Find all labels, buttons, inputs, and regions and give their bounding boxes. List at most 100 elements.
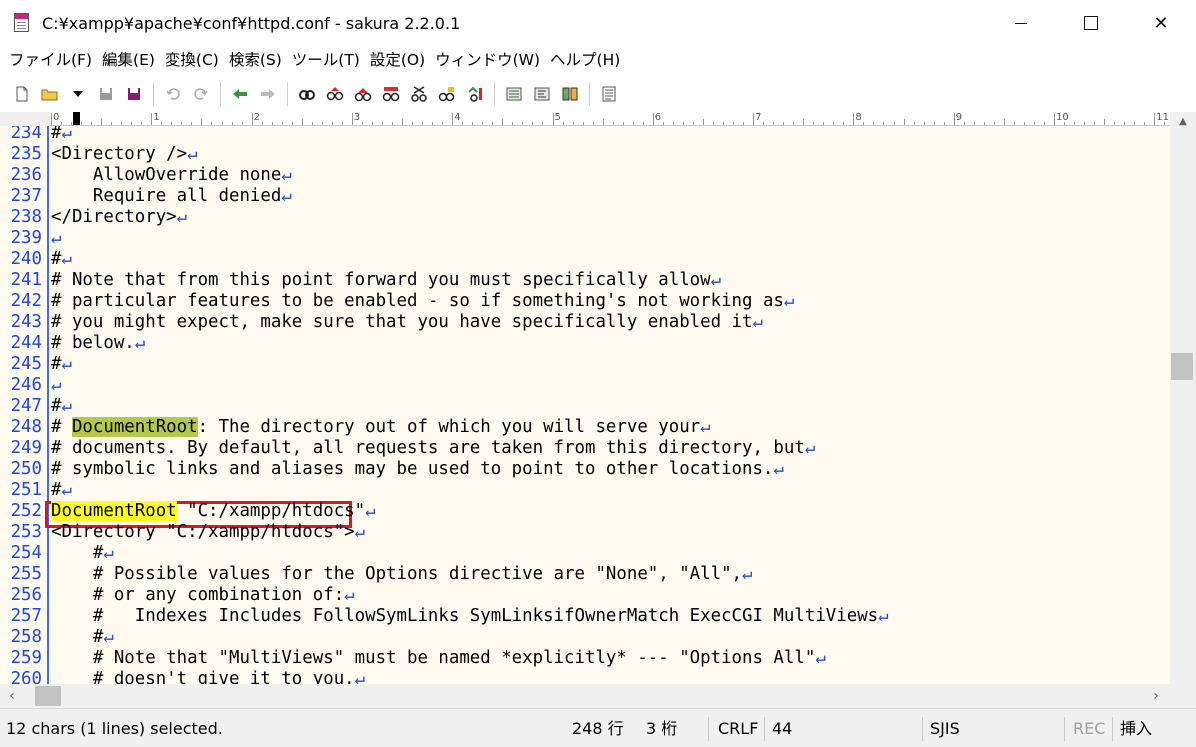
- code-line[interactable]: 260 # doesn't give it to you.↵: [0, 669, 1170, 684]
- ruler-tick: [251, 113, 253, 125]
- menu-help[interactable]: ヘルプ(H): [545, 46, 625, 74]
- settings-button[interactable]: [597, 82, 621, 106]
- ruler-tick: [913, 122, 915, 125]
- scroll-up-arrow-icon[interactable]: ▲: [1170, 112, 1196, 130]
- ruler-tick: [402, 119, 404, 125]
- undo-button[interactable]: [161, 82, 185, 106]
- menu-window[interactable]: ウィンドウ(W): [430, 46, 545, 74]
- horizontal-scroll-thumb[interactable]: [35, 686, 61, 706]
- scroll-right-arrow-icon[interactable]: ›: [1146, 684, 1166, 708]
- code-line[interactable]: 248 # DocumentRoot: The directory out of …: [0, 417, 1170, 438]
- code-line[interactable]: 259 # Note that "MultiViews" must be nam…: [0, 648, 1170, 669]
- status-insert-mode[interactable]: 挿入: [1120, 709, 1152, 747]
- undo-icon: [166, 88, 180, 100]
- open-dropdown-button[interactable]: [66, 82, 90, 106]
- search-next-button[interactable]: [351, 82, 375, 106]
- new-file-button[interactable]: [10, 82, 34, 106]
- vertical-scroll-thumb[interactable]: [1171, 353, 1193, 380]
- ruler-tick: [71, 122, 73, 125]
- status-separator: [1112, 717, 1113, 741]
- code-line[interactable]: 236 AllowOverride none↵: [0, 165, 1170, 186]
- eol-marker-icon: ↵: [365, 501, 376, 521]
- scroll-left-arrow-icon[interactable]: ‹: [2, 684, 22, 708]
- ruler-tick: [1013, 122, 1015, 125]
- line-text: # particular features to be enabled - so…: [51, 291, 794, 312]
- code-line[interactable]: 235 <Directory />↵: [0, 144, 1170, 165]
- menu-file[interactable]: ファイル(F): [4, 46, 97, 74]
- redo-button[interactable]: [189, 82, 213, 106]
- ruler-tick: [1094, 122, 1096, 125]
- outline-button[interactable]: [530, 82, 554, 106]
- menu-search[interactable]: 検索(S): [224, 46, 287, 74]
- line-content: AllowOverride none: [51, 165, 282, 185]
- bookmark-button[interactable]: [435, 82, 459, 106]
- code-line[interactable]: 246 ↵: [0, 375, 1170, 396]
- code-line[interactable]: 251 #↵: [0, 480, 1170, 501]
- macro-button[interactable]: [558, 82, 582, 106]
- menu-tools[interactable]: ツール(T): [287, 46, 365, 74]
- save-all-button[interactable]: [122, 82, 146, 106]
- horizontal-scrollbar[interactable]: ‹ ›: [0, 684, 1170, 708]
- code-line[interactable]: 256 # or any combination of:↵: [0, 585, 1170, 606]
- editor-area[interactable]: 234 #↵ 235 <Directory />↵ 236 AllowOverride …: [0, 126, 1170, 684]
- settings-icon: [602, 86, 616, 102]
- eol-marker-icon: ↵: [742, 564, 753, 584]
- jump-back-button[interactable]: [228, 82, 252, 106]
- code-line[interactable]: 254 #↵: [0, 543, 1170, 564]
- vertical-scrollbar[interactable]: ▲: [1170, 112, 1196, 684]
- code-line[interactable]: 239 ↵: [0, 228, 1170, 249]
- ruler-tick: [753, 113, 755, 125]
- bookmark-icon: [438, 87, 455, 102]
- scrollbar-corner: [1170, 684, 1196, 708]
- ruler-tick: [432, 122, 434, 125]
- toolbar-separator: [153, 82, 154, 106]
- menu-edit[interactable]: 編集(E): [97, 46, 160, 74]
- ruler-tick: [381, 122, 383, 125]
- ruler-tick: [291, 122, 293, 125]
- ruler-tick: [512, 122, 514, 125]
- grep-button[interactable]: [379, 82, 403, 106]
- code-line[interactable]: 237 Require all denied↵: [0, 186, 1170, 207]
- line-text: # documents. By default, all requests ar…: [51, 438, 815, 459]
- replace-button[interactable]: [407, 82, 431, 106]
- line-number: 236: [10, 165, 42, 185]
- maximize-button[interactable]: [1056, 0, 1126, 46]
- code-line[interactable]: 258 #↵: [0, 627, 1170, 648]
- title-bar: C:¥xampp¥apache¥conf¥httpd.conf - sakura…: [0, 0, 1196, 46]
- line-number: 247: [10, 396, 42, 416]
- code-line[interactable]: 240 #↵: [0, 249, 1170, 270]
- code-line[interactable]: 250 # symbolic links and aliases may be u…: [0, 459, 1170, 480]
- code-line[interactable]: 257 # Indexes Includes FollowSymLinks Sy…: [0, 606, 1170, 627]
- code-line[interactable]: 242 # particular features to be enabled -…: [0, 291, 1170, 312]
- ruler-tick: [221, 122, 223, 125]
- code-line[interactable]: 253 <Directory "C:/xampp/htdocs">↵: [0, 522, 1170, 543]
- open-file-button[interactable]: [38, 82, 62, 106]
- ruler-tick: [863, 122, 865, 125]
- menu-convert[interactable]: 変換(C): [160, 46, 224, 74]
- code-line[interactable]: 241 # Note that from this point forward y…: [0, 270, 1170, 291]
- save-button[interactable]: [94, 82, 118, 106]
- status-encoding[interactable]: SJIS: [930, 709, 960, 747]
- bookmark-next-button[interactable]: [463, 82, 487, 106]
- code-line[interactable]: 234 #↵: [0, 126, 1170, 144]
- compare-button[interactable]: [502, 82, 526, 106]
- ruler-tick: [873, 122, 875, 125]
- code-line[interactable]: 249 # documents. By default, all requests…: [0, 438, 1170, 459]
- jump-forward-button[interactable]: [256, 82, 280, 106]
- search-button[interactable]: [295, 82, 319, 106]
- menu-settings[interactable]: 設定(O): [365, 46, 430, 74]
- ruler-tick: [572, 122, 574, 125]
- ruler-tick: [281, 122, 283, 125]
- minimize-button[interactable]: [986, 0, 1056, 46]
- code-line[interactable]: 255 # Possible values for the Options di…: [0, 564, 1170, 585]
- search-prev-button[interactable]: [323, 82, 347, 106]
- code-line[interactable]: 247 #↵: [0, 396, 1170, 417]
- status-eol[interactable]: CRLF: [718, 709, 758, 747]
- close-button[interactable]: ✕: [1126, 0, 1196, 46]
- line-content: # Note that "MultiViews" must be named *…: [51, 648, 816, 668]
- code-line[interactable]: 244 # below.↵: [0, 333, 1170, 354]
- code-line[interactable]: 245 #↵: [0, 354, 1170, 375]
- code-line[interactable]: 252 DocumentRoot "C:/xampp/htdocs"↵: [0, 501, 1170, 522]
- code-line[interactable]: 243 # you might expect, make sure that yo…: [0, 312, 1170, 333]
- code-line[interactable]: 238 </Directory>↵: [0, 207, 1170, 228]
